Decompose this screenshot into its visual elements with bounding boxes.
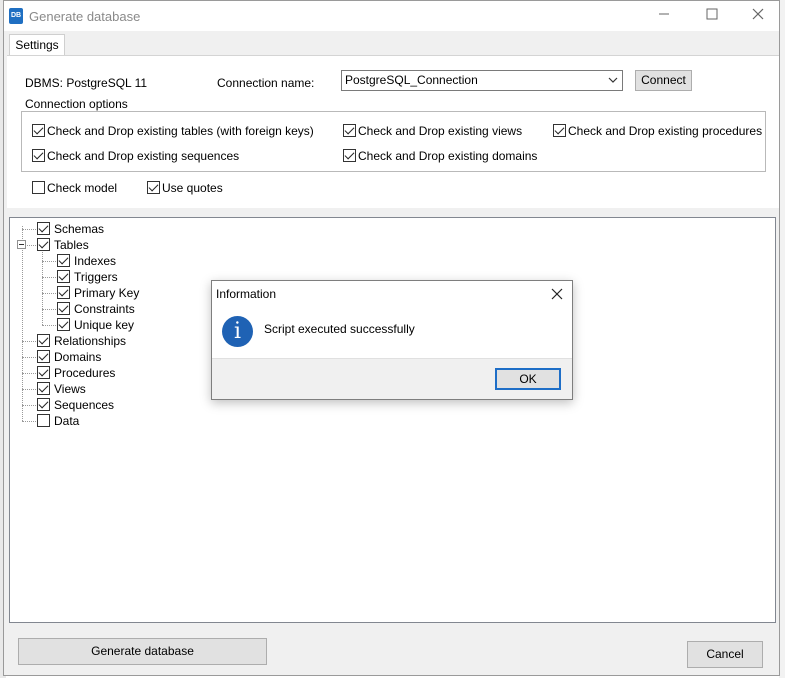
option-drop-views-checkbox[interactable] (343, 124, 356, 137)
tree-checkbox-relationships[interactable] (37, 334, 50, 347)
tree-connector (22, 341, 36, 342)
tree-connector (42, 261, 56, 262)
tree-label-indexes: Indexes (74, 254, 117, 268)
tree-checkbox-views[interactable] (37, 382, 50, 395)
tree-item-schemas[interactable]: Schemas (22, 221, 322, 237)
tree-item-data[interactable]: Data (22, 413, 322, 429)
tree-item-tables[interactable]: Tables (17, 237, 322, 253)
tree-checkbox-constraints[interactable] (57, 302, 70, 315)
close-icon (551, 288, 563, 300)
tree-checkbox-tables[interactable] (37, 238, 50, 251)
minimize-icon (659, 13, 669, 15)
tree-label-procedures: Procedures (54, 366, 116, 380)
dialog-title: Information (216, 287, 277, 301)
maximize-icon (706, 8, 718, 20)
option-drop-procedures-checkbox[interactable] (553, 124, 566, 137)
tree-checkbox-triggers[interactable] (57, 270, 70, 283)
tree-connector (22, 405, 36, 406)
app-icon: DB (9, 8, 23, 24)
tree-connector (42, 293, 56, 294)
tree-connector (22, 389, 36, 390)
tree-label-triggers: Triggers (74, 270, 118, 284)
close-button[interactable] (743, 5, 773, 27)
tree-checkbox-unique-key[interactable] (57, 318, 70, 331)
window-title: Generate database (29, 9, 141, 24)
tree-checkbox-data[interactable] (37, 414, 50, 427)
tree-connector (27, 245, 36, 246)
dialog-footer: OK (212, 358, 572, 399)
tree-connector (22, 229, 36, 230)
tree-label-views: Views (54, 382, 86, 396)
tree-label-tables: Tables (54, 238, 89, 252)
tree-connector (22, 373, 36, 374)
use-quotes-label: Use quotes (162, 181, 223, 195)
info-icon: i (222, 316, 253, 347)
tree-connector (22, 421, 36, 422)
tree-item-indexes[interactable]: Indexes (42, 253, 342, 269)
option-drop-tables-checkbox[interactable] (32, 124, 45, 137)
information-dialog: Information i Script executed successful… (211, 280, 573, 400)
tree-label-data: Data (54, 414, 80, 428)
use-quotes-checkbox[interactable] (147, 181, 160, 194)
connection-name-label: Connection name: (217, 76, 315, 90)
tree-checkbox-procedures[interactable] (37, 366, 50, 379)
dialog-close-button[interactable] (546, 285, 568, 303)
maximize-button[interactable] (697, 5, 727, 27)
tree-connector (42, 309, 56, 310)
title-bar: DB Generate database (4, 1, 779, 31)
tree-label-sequences: Sequences (54, 398, 115, 412)
connection-select-value: PostgreSQL_Connection (345, 73, 478, 87)
object-tree[interactable]: Schemas Tables Indexes Triggers Primary … (9, 217, 776, 623)
option-drop-sequences-label: Check and Drop existing sequences (47, 149, 240, 163)
option-drop-sequences-checkbox[interactable] (32, 149, 45, 162)
option-drop-views-label: Check and Drop existing views (358, 124, 523, 138)
minimize-button[interactable] (649, 5, 679, 27)
cancel-button[interactable]: Cancel (687, 641, 763, 668)
tree-checkbox-sequences[interactable] (37, 398, 50, 411)
tree-label-unique-key: Unique key (74, 318, 135, 332)
tree-checkbox-primary-key[interactable] (57, 286, 70, 299)
check-model-label: Check model (47, 181, 118, 195)
tree-connector (42, 325, 56, 326)
connect-button[interactable]: Connect (635, 70, 692, 91)
option-drop-tables-label: Check and Drop existing tables (with for… (47, 124, 314, 138)
tree-label-domains: Domains (54, 350, 102, 364)
tree-label-relationships: Relationships (54, 334, 127, 348)
close-icon (752, 8, 764, 20)
check-model-checkbox[interactable] (32, 181, 45, 194)
tree-checkbox-schemas[interactable] (37, 222, 50, 235)
collapse-icon[interactable] (17, 240, 26, 249)
tree-label-primary-key: Primary Key (74, 286, 140, 300)
connection-select[interactable]: PostgreSQL_Connection (341, 70, 623, 91)
dbms-label: DBMS: PostgreSQL 11 (25, 76, 148, 90)
connection-options-label: Connection options (25, 97, 128, 111)
tree-connector (42, 277, 56, 278)
tree-checkbox-indexes[interactable] (57, 254, 70, 267)
ok-button[interactable]: OK (495, 368, 561, 390)
option-drop-domains-checkbox[interactable] (343, 149, 356, 162)
tab-settings[interactable]: Settings (9, 34, 65, 56)
chevron-down-icon (608, 71, 618, 97)
tree-checkbox-domains[interactable] (37, 350, 50, 363)
option-drop-domains-label: Check and Drop existing domains (358, 149, 538, 163)
dialog-message: Script executed successfully (264, 322, 415, 336)
tree-connector (22, 357, 36, 358)
tree-label-constraints: Constraints (74, 302, 135, 316)
tree-label-schemas: Schemas (54, 222, 105, 236)
generate-database-button[interactable]: Generate database (18, 638, 267, 665)
option-drop-procedures-label: Check and Drop existing procedures (568, 124, 763, 138)
